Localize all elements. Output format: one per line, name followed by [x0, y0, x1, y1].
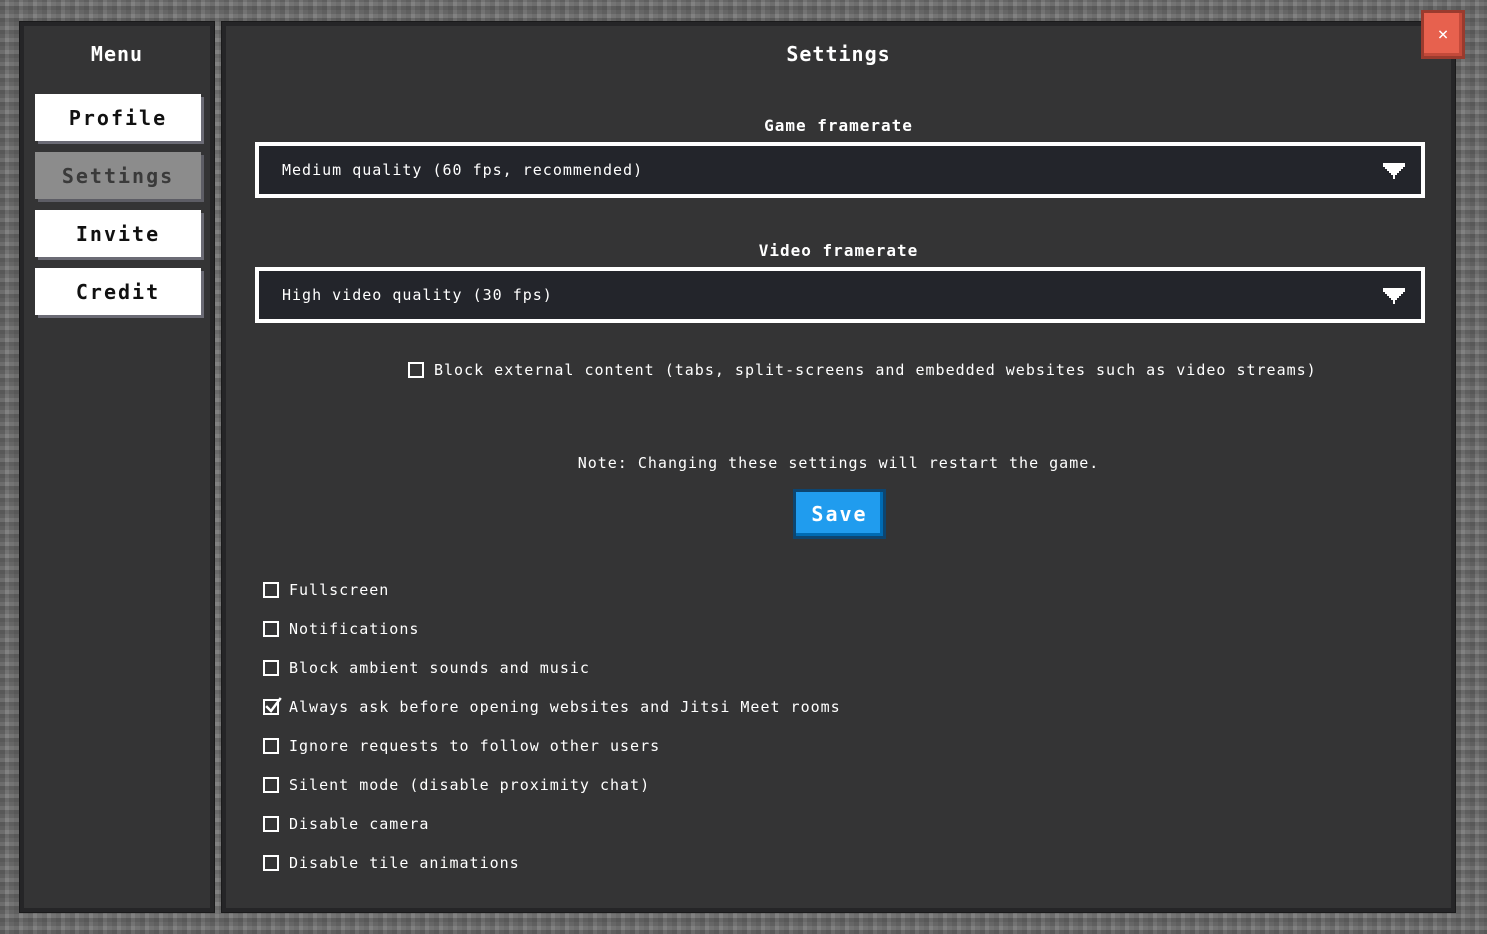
- close-button[interactable]: ×: [1421, 10, 1465, 59]
- always-ask-websites-label: Always ask before opening websites and J…: [289, 698, 841, 716]
- block-ambient-sounds-label: Block ambient sounds and music: [289, 659, 590, 677]
- chevron-down-icon: [1383, 163, 1405, 179]
- game-framerate-label: Game framerate: [764, 116, 913, 135]
- menu-invite-button[interactable]: Invite: [35, 210, 201, 257]
- fullscreen-label: Fullscreen: [289, 581, 390, 599]
- disable-tile-animations-checkbox[interactable]: [263, 855, 279, 871]
- menu-title: Menu: [90, 42, 144, 66]
- notifications-checkbox[interactable]: [263, 621, 279, 637]
- silent-mode-label: Silent mode (disable proximity chat): [289, 776, 651, 794]
- menu-settings-button[interactable]: Settings: [35, 152, 201, 199]
- save-button[interactable]: Save: [793, 489, 886, 539]
- chevron-down-icon: [1383, 288, 1405, 304]
- fullscreen-option[interactable]: Fullscreen: [263, 581, 389, 599]
- settings-title: Settings: [786, 42, 891, 66]
- block-ambient-sounds-option[interactable]: Block ambient sounds and music: [263, 659, 590, 677]
- disable-camera-checkbox[interactable]: [263, 816, 279, 832]
- menu-profile-button[interactable]: Profile: [35, 94, 201, 141]
- disable-camera-label: Disable camera: [289, 815, 430, 833]
- disable-tile-animations-label: Disable tile animations: [289, 854, 520, 872]
- block-external-content-label: Block external content (tabs, split-scre…: [434, 361, 1317, 379]
- game-framerate-value: Medium quality (60 fps, recommended): [282, 161, 644, 179]
- menu-panel: Menu Profile Settings Invite Credit: [20, 22, 214, 912]
- always-ask-websites-checkbox[interactable]: [263, 697, 282, 715]
- silent-mode-option[interactable]: Silent mode (disable proximity chat): [263, 776, 650, 794]
- ignore-follow-requests-checkbox[interactable]: [263, 738, 279, 754]
- notifications-option[interactable]: Notifications: [263, 620, 419, 638]
- menu-credit-button[interactable]: Credit: [35, 268, 201, 315]
- video-framerate-select[interactable]: High video quality (30 fps): [255, 267, 1425, 323]
- close-icon: ×: [1437, 24, 1449, 45]
- ignore-follow-requests-label: Ignore requests to follow other users: [289, 737, 661, 755]
- notifications-label: Notifications: [289, 620, 420, 638]
- video-framerate-value: High video quality (30 fps): [282, 286, 553, 304]
- always-ask-websites-option[interactable]: Always ask before opening websites and J…: [263, 697, 841, 716]
- block-external-content-checkbox[interactable]: [408, 362, 424, 378]
- ignore-follow-requests-option[interactable]: Ignore requests to follow other users: [263, 737, 660, 755]
- silent-mode-checkbox[interactable]: [263, 777, 279, 793]
- restart-note: Note: Changing these settings will resta…: [577, 454, 1100, 472]
- block-ambient-sounds-checkbox[interactable]: [263, 660, 279, 676]
- video-framerate-label: Video framerate: [758, 241, 919, 260]
- fullscreen-checkbox[interactable]: [263, 582, 279, 598]
- settings-panel: Settings Game framerate Medium quality (…: [222, 22, 1455, 912]
- disable-camera-option[interactable]: Disable camera: [263, 815, 429, 833]
- disable-tile-animations-option[interactable]: Disable tile animations: [263, 854, 520, 872]
- block-external-content-option[interactable]: Block external content (tabs, split-scre…: [408, 361, 1317, 379]
- game-framerate-select[interactable]: Medium quality (60 fps, recommended): [255, 142, 1425, 198]
- checkmark-icon: [265, 697, 282, 713]
